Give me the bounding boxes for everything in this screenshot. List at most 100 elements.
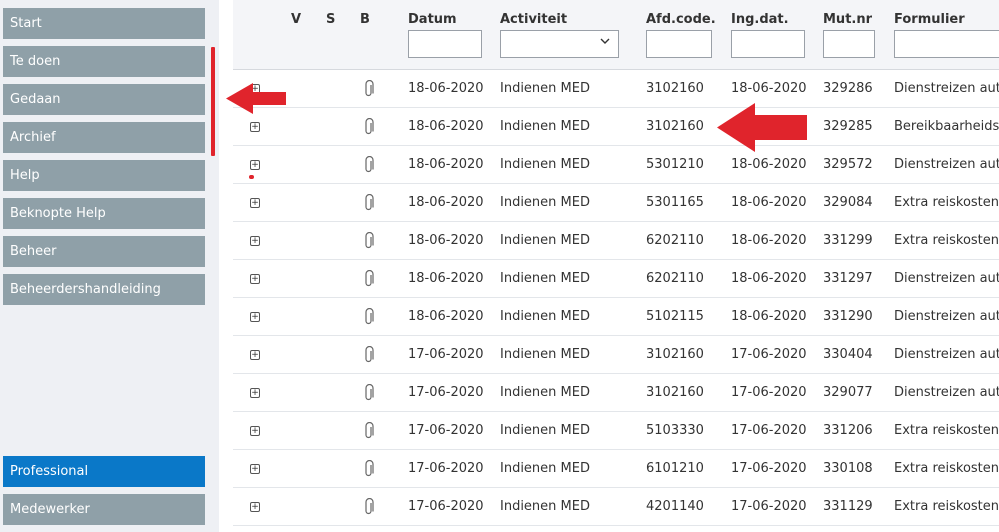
cell-formulier: Dienstreizen auto: [894, 385, 999, 400]
sidebar-scrollbar[interactable]: [211, 47, 215, 156]
col-header-mutnr[interactable]: Mut.nr: [823, 12, 872, 27]
expand-plus-icon[interactable]: +: [250, 502, 260, 512]
expand-plus-icon[interactable]: +: [250, 350, 260, 360]
cell-formulier: Dienstreizen auto: [894, 81, 999, 96]
cell-activiteit: Indienen MED: [500, 157, 590, 172]
sidebar: Start Te doen Gedaan Archief Help Beknop…: [0, 0, 219, 532]
cell-formulier: Bereikbaarheids d: [894, 119, 999, 134]
cell-activiteit: Indienen MED: [500, 423, 590, 438]
expand-plus-icon[interactable]: +: [250, 236, 260, 246]
cell-mutnr: 331299: [823, 233, 873, 248]
paperclip-icon[interactable]: [364, 80, 374, 98]
role-medewerker[interactable]: Medewerker: [3, 494, 205, 525]
col-header-datum[interactable]: Datum: [408, 12, 457, 27]
cell-afdcode: 4201140: [646, 499, 704, 514]
paperclip-icon[interactable]: [364, 460, 374, 478]
cell-datum: 17-06-2020: [408, 461, 484, 476]
paperclip-icon[interactable]: [364, 384, 374, 402]
table-row[interactable]: +17-06-2020 Indienen MED 4201140 17-06-2020…: [233, 488, 999, 526]
expand-plus-icon[interactable]: +: [250, 388, 260, 398]
col-header-s[interactable]: S: [326, 12, 335, 27]
chevron-down-icon: [600, 36, 610, 49]
filter-mutnr-input[interactable]: [823, 30, 875, 58]
table-row[interactable]: +18-06-2020 Indienen MED 3102160 18-06-2020…: [233, 70, 999, 108]
cell-formulier: Dienstreizen auto: [894, 271, 999, 286]
col-header-activiteit[interactable]: Activiteit: [500, 12, 567, 27]
cell-afdcode: 6202110: [646, 271, 704, 286]
table-row[interactable]: +17-06-2020 Indienen MED 6101210 17-06-2020…: [233, 450, 999, 488]
cell-formulier: Extra reiskosten w: [894, 423, 999, 438]
nav-archief[interactable]: Archief: [3, 122, 205, 153]
table-row[interactable]: +17-06-2020 Indienen MED 5103330 17-06-2020…: [233, 412, 999, 450]
cell-mutnr: 329286: [823, 81, 873, 96]
nav-start[interactable]: Start: [3, 8, 205, 39]
cell-activiteit: Indienen MED: [500, 347, 590, 362]
paperclip-icon[interactable]: [364, 194, 374, 212]
cell-mutnr: 330404: [823, 347, 873, 362]
expand-plus-icon[interactable]: +: [250, 160, 260, 170]
table-row[interactable]: +18-06-2020 Indienen MED 6202110 18-06-2020…: [233, 222, 999, 260]
filter-afdcode-input[interactable]: [646, 30, 712, 58]
expand-plus-icon[interactable]: +: [250, 426, 260, 436]
cell-activiteit: Indienen MED: [500, 461, 590, 476]
filter-datum-input[interactable]: [408, 30, 482, 58]
expand-plus-icon[interactable]: +: [250, 198, 260, 208]
table-row[interactable]: +18-06-2020 Indienen MED 6202110 18-06-2020…: [233, 260, 999, 298]
nav-gedaan[interactable]: Gedaan: [3, 84, 205, 115]
paperclip-icon[interactable]: [364, 232, 374, 250]
table-row[interactable]: +18-06-2020 Indienen MED 5301165 18-06-2020…: [233, 184, 999, 222]
nav-beknopte-help[interactable]: Beknopte Help: [3, 198, 205, 229]
cell-mutnr: 331290: [823, 309, 873, 324]
red-arrow-icon: [226, 83, 286, 114]
cell-activiteit: Indienen MED: [500, 233, 590, 248]
paperclip-icon[interactable]: [364, 346, 374, 364]
col-header-afdcode[interactable]: Afd.code.: [646, 12, 716, 27]
paperclip-icon[interactable]: [364, 422, 374, 440]
cell-mutnr: 330108: [823, 461, 873, 476]
cell-activiteit: Indienen MED: [500, 81, 590, 96]
table-row[interactable]: +17-06-2020 Indienen MED 3102160 17-06-2020…: [233, 374, 999, 412]
cell-afdcode: 6202110: [646, 233, 704, 248]
filter-ingdat-input[interactable]: [731, 30, 805, 58]
cell-ingdat: 17-06-2020: [731, 499, 807, 514]
paperclip-icon[interactable]: [364, 118, 374, 136]
cell-datum: 17-06-2020: [408, 347, 484, 362]
main-content: V S B Datum Activiteit Afd.code. Ing.dat…: [219, 0, 999, 532]
expand-plus-icon[interactable]: +: [250, 312, 260, 322]
expand-plus-icon[interactable]: +: [250, 122, 260, 132]
cell-ingdat: 18-06-2020: [731, 195, 807, 210]
cell-mutnr: 331297: [823, 271, 873, 286]
table-row[interactable]: +18-06-2020 Indienen MED 3102160 329285 Bere…: [233, 108, 999, 146]
cell-mutnr: 329084: [823, 195, 873, 210]
cell-mutnr: 329285: [823, 119, 873, 134]
table-row[interactable]: +17-06-2020 Indienen MED 3102160 17-06-2020…: [233, 336, 999, 374]
paperclip-icon[interactable]: [364, 498, 374, 516]
nav-help[interactable]: Help: [3, 160, 205, 191]
expand-plus-icon[interactable]: +: [250, 464, 260, 474]
nav-beheerdershandleiding[interactable]: Beheerdershandleiding: [3, 274, 205, 305]
col-header-formulier[interactable]: Formulier: [894, 12, 965, 27]
col-header-v[interactable]: V: [291, 12, 301, 27]
cell-activiteit: Indienen MED: [500, 499, 590, 514]
table-row[interactable]: +18-06-2020 Indienen MED 5301210 18-06-2020…: [233, 146, 999, 184]
col-header-b[interactable]: B: [360, 12, 370, 27]
cell-mutnr: 331129: [823, 499, 873, 514]
cell-afdcode: 3102160: [646, 81, 704, 96]
cell-formulier: Extra reiskosten w: [894, 195, 999, 210]
cell-datum: 17-06-2020: [408, 499, 484, 514]
nav-te-doen[interactable]: Te doen: [3, 46, 205, 77]
filter-formulier-input[interactable]: [894, 30, 999, 58]
role-professional[interactable]: Professional: [3, 456, 205, 487]
paperclip-icon[interactable]: [364, 156, 374, 174]
expand-plus-icon[interactable]: +: [250, 274, 260, 284]
cell-ingdat: 18-06-2020: [731, 271, 807, 286]
table-row[interactable]: +18-06-2020 Indienen MED 5102115 18-06-2020…: [233, 298, 999, 336]
filter-activiteit-select[interactable]: [500, 30, 619, 58]
cell-formulier: Extra reiskosten w: [894, 461, 999, 476]
nav-beheer[interactable]: Beheer: [3, 236, 205, 267]
paperclip-icon[interactable]: [364, 308, 374, 326]
cell-activiteit: Indienen MED: [500, 309, 590, 324]
col-header-ingdat[interactable]: Ing.dat.: [731, 12, 789, 27]
paperclip-icon[interactable]: [364, 270, 374, 288]
cell-mutnr: 331206: [823, 423, 873, 438]
